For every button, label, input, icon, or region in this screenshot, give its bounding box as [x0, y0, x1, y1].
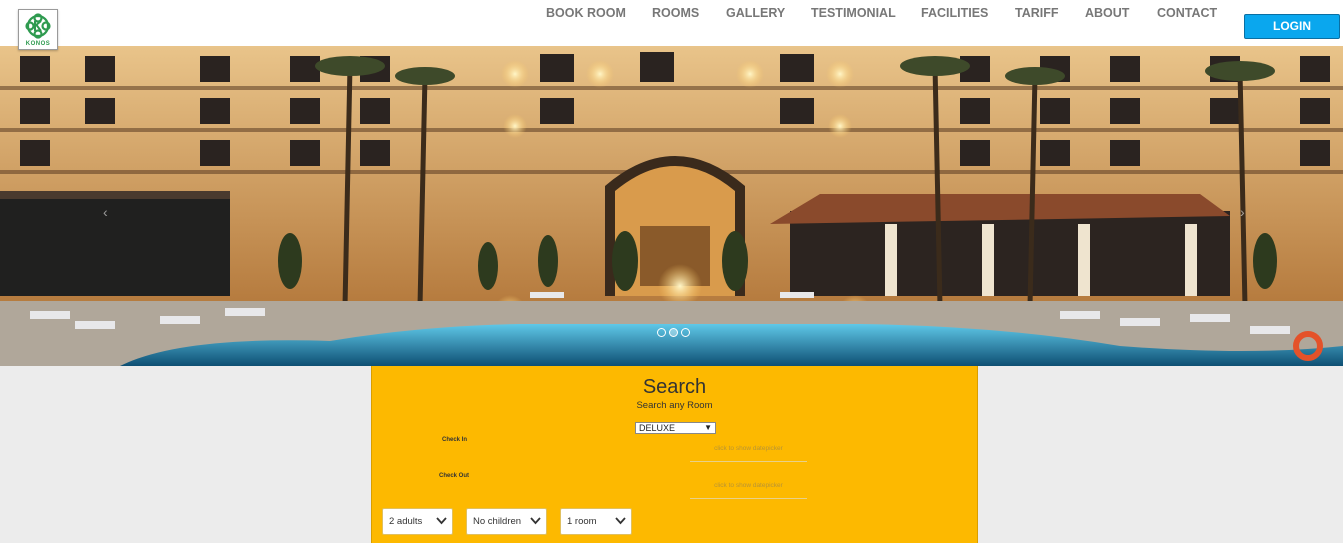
search-title: Search — [642, 376, 707, 398]
chevron-down-icon — [436, 517, 447, 525]
rooms-select[interactable]: 1 room — [560, 508, 632, 535]
main-nav: BOOK ROOM ROOMS GALLERY TESTIMONIAL FACI… — [0, 6, 1343, 22]
logo-emblem-icon — [25, 13, 51, 39]
carousel-dot-1[interactable] — [657, 328, 666, 337]
rooms-value: 1 room — [567, 516, 597, 527]
brand-logo[interactable]: KONOS — [18, 9, 58, 50]
check-in-label: Check In — [442, 437, 468, 443]
check-out-label: Check Out — [439, 473, 470, 479]
children-select[interactable]: No children — [466, 508, 547, 535]
site-header: KONOS BOOK ROOM ROOMS GALLERY TESTIMONIA… — [0, 0, 1343, 50]
nav-tariff[interactable]: TARIFF — [1015, 6, 1059, 20]
chevron-down-icon — [530, 517, 541, 525]
logo-text: KONOS — [25, 41, 51, 47]
adults-value: 2 adults — [389, 516, 423, 527]
hero-carousel: ‹ › — [0, 46, 1343, 366]
carousel-dot-3[interactable] — [681, 328, 690, 337]
nav-about[interactable]: ABOUT — [1085, 6, 1129, 20]
chevron-down-icon — [615, 517, 626, 525]
carousel-dot-2[interactable] — [669, 328, 678, 337]
nav-facilities[interactable]: FACILITIES — [921, 6, 988, 20]
nav-book-room[interactable]: BOOK ROOM — [546, 6, 626, 20]
nav-contact[interactable]: CONTACT — [1157, 6, 1217, 20]
login-button[interactable]: LOGIN — [1244, 14, 1340, 39]
room-type-value: DELUXE — [639, 423, 676, 433]
nav-gallery[interactable]: GALLERY — [726, 6, 785, 20]
check-out-input[interactable]: click to show datepicker — [690, 473, 807, 499]
check-in-input[interactable]: click to show datepicker — [690, 436, 807, 462]
search-panel: Search Search any Room DELUXE ▼ Check In… — [371, 366, 978, 543]
room-type-select[interactable]: DELUXE ▼ — [635, 422, 716, 434]
caret-down-icon: ▼ — [704, 423, 712, 432]
nav-testimonial[interactable]: TESTIMONIAL — [811, 6, 896, 20]
children-value: No children — [473, 516, 522, 527]
carousel-indicators — [657, 328, 697, 338]
prev-slide-icon[interactable]: ‹ — [103, 204, 108, 220]
adults-select[interactable]: 2 adults — [382, 508, 453, 535]
hotel-photo — [0, 46, 1343, 366]
search-subtitle: Search any Room — [636, 400, 713, 411]
nav-rooms[interactable]: ROOMS — [652, 6, 699, 20]
next-slide-icon[interactable]: › — [1240, 204, 1245, 220]
